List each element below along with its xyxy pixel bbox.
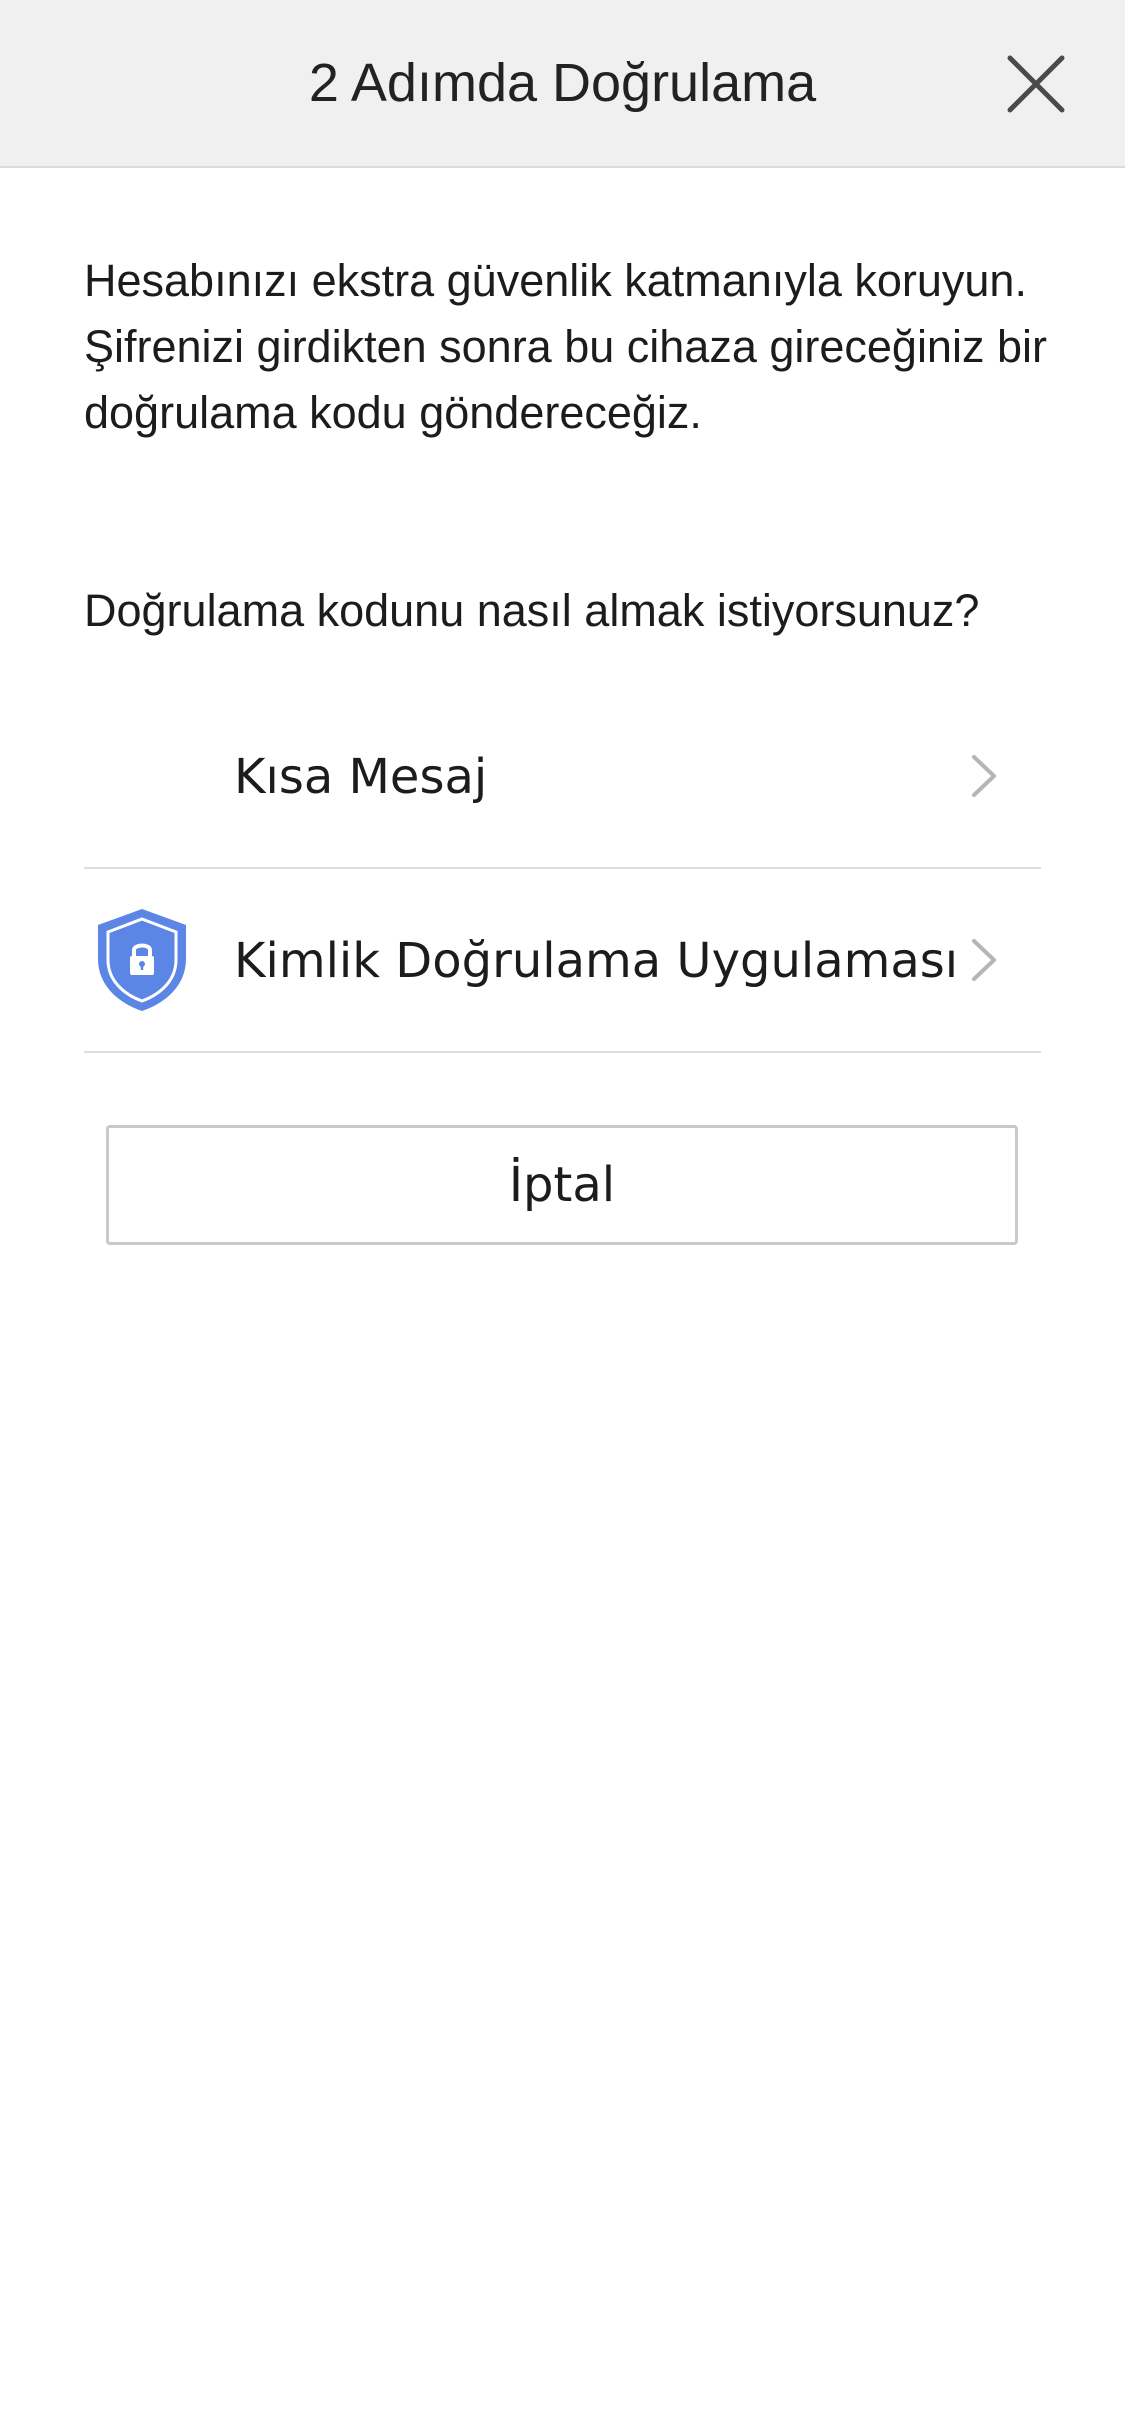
header-bar: 2 Adımda Doğrulama: [0, 0, 1125, 168]
option-sms-label: Kısa Mesaj: [234, 749, 488, 805]
option-sms[interactable]: Kısa Mesaj: [84, 685, 1041, 869]
chevron-right-icon: [972, 755, 996, 797]
close-icon: [1007, 55, 1065, 113]
option-authenticator-app[interactable]: Kimlik Doğrulama Uygulaması: [84, 869, 1041, 1053]
cancel-button[interactable]: İptal: [106, 1125, 1018, 1245]
chevron-right-icon: [972, 939, 996, 981]
option-authenticator-app-label: Kimlik Doğrulama Uygulaması: [234, 933, 959, 989]
shield-lock-icon: [98, 909, 186, 1011]
question-text: Doğrulama kodunu nasıl almak istiyorsunu…: [84, 585, 980, 636]
close-button[interactable]: [1000, 48, 1072, 120]
page-title: 2 Adımda Doğrulama: [308, 53, 817, 113]
intro-text: Hesabınızı ekstra güvenlik katmanıyla ko…: [84, 255, 1047, 438]
